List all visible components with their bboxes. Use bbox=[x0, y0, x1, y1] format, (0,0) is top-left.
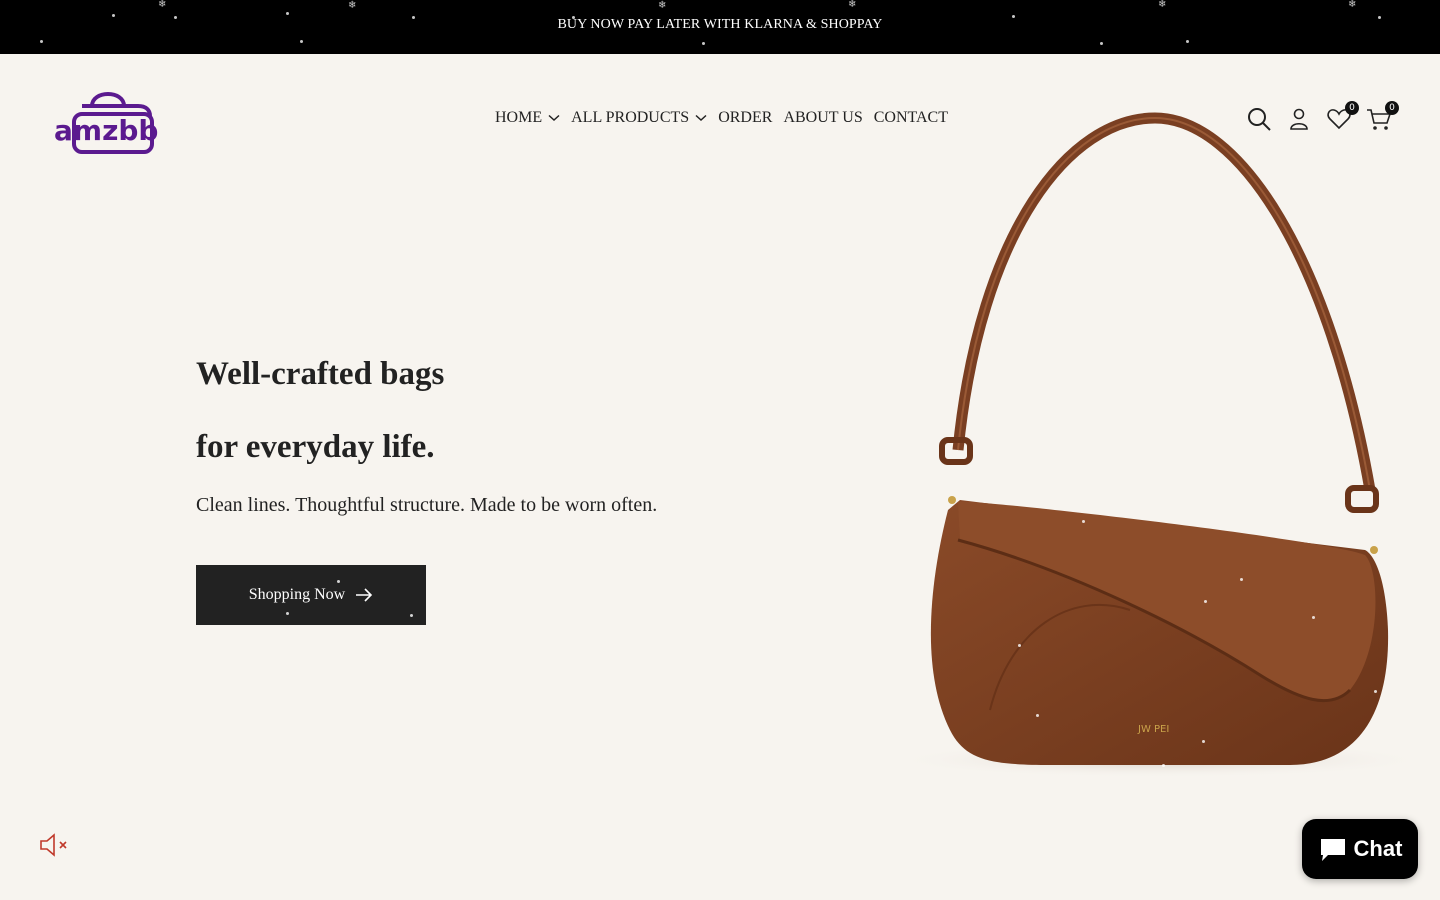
snow-dot bbox=[1378, 16, 1381, 19]
arrow-right-icon bbox=[356, 588, 373, 602]
snow-dot bbox=[286, 612, 289, 615]
nav-item-order[interactable]: ORDER bbox=[718, 109, 772, 127]
snowflake-icon: ❄ bbox=[158, 0, 167, 10]
brand-logo-text: amzbb bbox=[54, 114, 158, 147]
nav-item-home[interactable]: HOME bbox=[495, 109, 560, 127]
snow-dot bbox=[1374, 690, 1377, 693]
snow-dot bbox=[1162, 764, 1165, 767]
nav-item-label: ABOUT US bbox=[783, 109, 863, 126]
hero-product-image: JW PEI bbox=[890, 112, 1430, 778]
snow-dot bbox=[1240, 578, 1243, 581]
announcement-bar: BUY NOW PAY LATER WITH KLARNA & SHOPPAY … bbox=[0, 0, 1440, 54]
snow-dot bbox=[1312, 616, 1315, 619]
snow-dot bbox=[1018, 644, 1021, 647]
snow-dot bbox=[112, 14, 115, 17]
chevron-down-icon bbox=[548, 114, 560, 122]
snow-dot bbox=[1082, 520, 1085, 523]
snow-dot bbox=[1204, 600, 1207, 603]
snow-dot bbox=[40, 40, 43, 43]
snowflake-icon: ❄ bbox=[1158, 0, 1167, 10]
nav-item-label: ALL PRODUCTS bbox=[571, 109, 690, 126]
hero-title: Well-crafted bags for everyday life. bbox=[196, 338, 716, 484]
mute-icon[interactable] bbox=[38, 833, 72, 857]
cta-label: Shopping Now bbox=[248, 586, 346, 603]
snow-dot bbox=[410, 614, 413, 617]
snow-dot bbox=[572, 16, 575, 19]
nav-item-about-us[interactable]: ABOUT US bbox=[783, 109, 862, 127]
snow-dot bbox=[412, 16, 415, 19]
chevron-down-icon bbox=[695, 114, 707, 122]
snowflake-icon: ❄ bbox=[1348, 0, 1357, 10]
chat-label: Chat bbox=[1353, 836, 1403, 861]
snow-dot bbox=[1202, 740, 1205, 743]
brand-logo[interactable]: amzbb bbox=[52, 84, 168, 156]
announcement-text: BUY NOW PAY LATER WITH KLARNA & SHOPPAY bbox=[557, 17, 883, 32]
hero-title-line: Well-crafted bags bbox=[196, 356, 445, 392]
nav-item-label: ORDER bbox=[718, 109, 773, 126]
snow-dot bbox=[1100, 42, 1103, 45]
snow-dot bbox=[702, 42, 705, 45]
snow-dot bbox=[286, 12, 289, 15]
snow-dot bbox=[174, 16, 177, 19]
snow-dot bbox=[1186, 40, 1189, 43]
nav-item-label: HOME bbox=[495, 109, 543, 126]
snowflake-icon: ❄ bbox=[348, 0, 357, 11]
nav-item-all-products[interactable]: ALL PRODUCTS bbox=[571, 109, 707, 127]
snow-dot bbox=[300, 40, 303, 43]
chat-button[interactable]: Chat bbox=[1302, 819, 1418, 879]
snow-dot bbox=[337, 580, 340, 583]
snow-dot bbox=[1012, 15, 1015, 18]
shopping-now-button[interactable]: Shopping Now bbox=[196, 565, 426, 625]
snowflake-icon: ❄ bbox=[658, 0, 667, 11]
chat-bubble-icon bbox=[1320, 839, 1345, 861]
hero-title-line: for everyday life. bbox=[196, 429, 435, 465]
snow-dot bbox=[1036, 714, 1039, 717]
snowflake-icon: ❄ bbox=[848, 0, 857, 10]
hero-subtitle: Clean lines. Thoughtful structure. Made … bbox=[196, 494, 658, 516]
bag-brand-mark: JW PEI bbox=[1137, 724, 1169, 735]
